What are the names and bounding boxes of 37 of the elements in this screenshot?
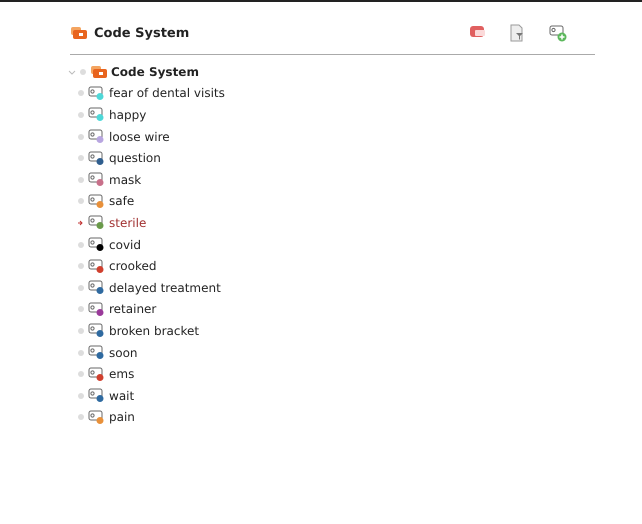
- code-label[interactable]: soon: [109, 346, 138, 360]
- bullet-icon: [78, 112, 84, 118]
- code-label[interactable]: sterile: [109, 216, 146, 230]
- bullet-icon: [78, 328, 84, 334]
- bullet-icon: [78, 284, 84, 291]
- code-label[interactable]: crooked: [109, 259, 156, 274]
- bullet-icon: [78, 263, 84, 270]
- folder-icon: [90, 64, 108, 79]
- code-label[interactable]: delayed treatment: [109, 280, 221, 295]
- bullet-icon: [78, 90, 84, 96]
- code-label[interactable]: loose wire: [109, 130, 170, 144]
- code-label[interactable]: broken bracket: [109, 324, 200, 338]
- bullet-icon: [78, 392, 84, 399]
- code-label[interactable]: safe: [109, 194, 134, 208]
- bullet-icon: [78, 198, 84, 204]
- bullet-icon: [78, 134, 84, 140]
- bullet-icon: [80, 68, 86, 75]
- bullet-icon: [78, 350, 84, 356]
- folder-icon: [70, 26, 88, 40]
- bullet-icon: [78, 155, 84, 162]
- code-label[interactable]: wait: [109, 388, 134, 403]
- code-label[interactable]: covid: [109, 238, 141, 252]
- new-code-button[interactable]: [549, 24, 567, 42]
- bullet-icon: [78, 242, 84, 248]
- code-label[interactable]: pain: [109, 410, 135, 424]
- bullet-icon: [78, 414, 84, 420]
- code-label[interactable]: happy: [109, 108, 146, 122]
- code-label[interactable]: fear of dental visits: [109, 86, 225, 100]
- code-label[interactable]: ems: [109, 367, 134, 382]
- code-label[interactable]: retainer: [109, 302, 156, 316]
- bullet-icon: [78, 371, 84, 378]
- bullet-icon: [78, 306, 84, 312]
- tree-root[interactable]: Code System: [111, 64, 199, 79]
- code-label[interactable]: question: [109, 151, 161, 166]
- panel-title: Code System: [94, 26, 190, 40]
- code-label[interactable]: mask: [109, 172, 142, 187]
- bullet-icon: [78, 176, 84, 183]
